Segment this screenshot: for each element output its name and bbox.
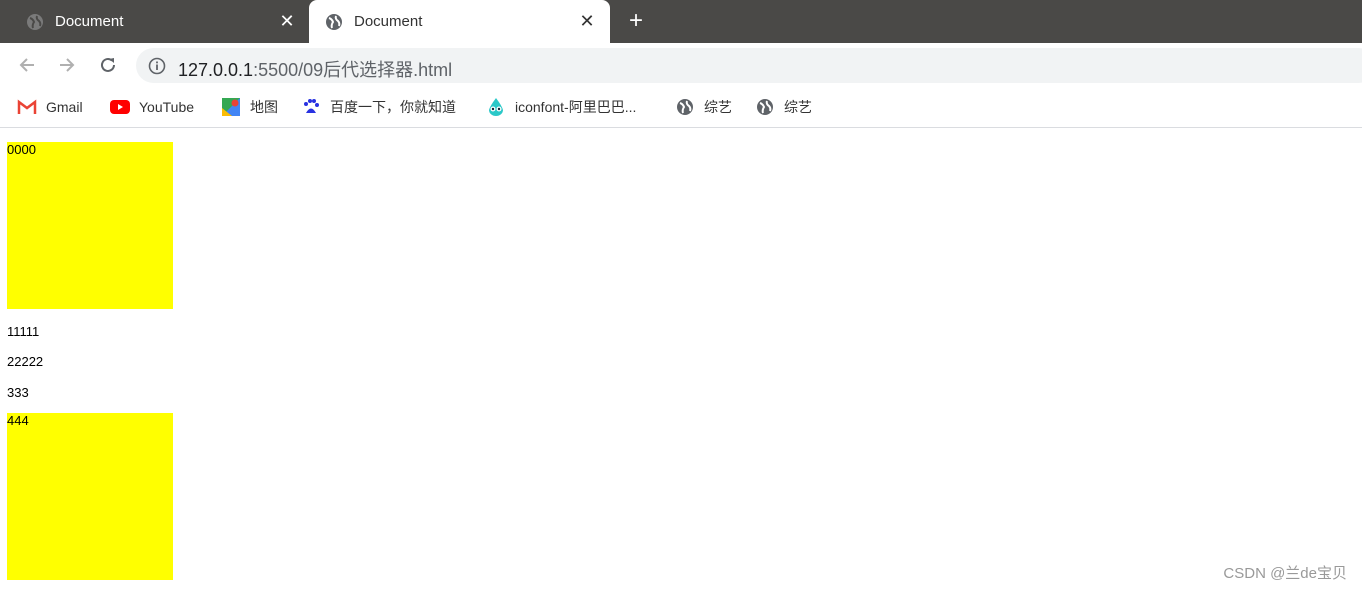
bookmark-zongyi-1[interactable]: 综艺 — [675, 96, 732, 118]
maps-icon — [221, 97, 241, 117]
bookmark-label: 综艺 — [704, 99, 732, 115]
new-tab-button[interactable]: + — [624, 9, 648, 33]
highlighted-item-4: 444 — [7, 413, 173, 580]
item-text: 0000 — [7, 142, 36, 157]
bookmark-maps[interactable]: 地图 — [221, 96, 278, 118]
reload-button[interactable] — [96, 53, 120, 77]
back-button[interactable] — [15, 53, 39, 77]
globe-icon — [27, 13, 43, 30]
page-content: 0000 11111 22222 333 444 CSDN @兰de宝贝 — [0, 129, 1362, 590]
bookmark-youtube[interactable]: YouTube — [110, 96, 194, 118]
tab-title: Document — [55, 13, 124, 30]
item-1: 11111 — [7, 324, 40, 339]
csdn-watermark: CSDN @兰de宝贝 — [1223, 565, 1347, 582]
bookmark-iconfont[interactable]: iconfont-阿里巴巴... — [486, 96, 636, 118]
globe-icon — [675, 97, 695, 117]
youtube-icon — [110, 97, 130, 117]
tab-inactive[interactable]: Document ✕ — [0, 0, 308, 43]
bookmark-baidu[interactable]: 百度一下，你就知道 — [301, 96, 456, 118]
item-2: 22222 — [7, 354, 44, 369]
globe-icon — [326, 13, 342, 30]
bookmarks-bar: Gmail YouTube 地图 百度一下，你就知道 iconfont-阿里巴巴… — [0, 88, 1362, 128]
highlighted-item-0: 0000 — [7, 142, 173, 309]
url-host: 127.0.0.1 — [178, 60, 254, 80]
tab-title: Document — [354, 13, 423, 30]
bookmark-label: 地图 — [250, 99, 278, 115]
arrow-left-icon — [19, 58, 34, 72]
iconfont-icon — [486, 97, 506, 117]
forward-button[interactable] — [55, 53, 79, 77]
bookmark-label: 百度一下，你就知道 — [330, 99, 456, 115]
bookmark-gmail[interactable]: Gmail — [17, 96, 83, 118]
tab-strip: Document ✕ Document ✕ + — [0, 0, 1362, 43]
url-path: :5500/09后代选择器.html — [253, 60, 453, 80]
baidu-icon — [301, 97, 321, 117]
gmail-icon — [17, 97, 37, 117]
globe-icon — [755, 97, 775, 117]
close-tab-icon[interactable]: ✕ — [578, 12, 596, 30]
info-icon[interactable] — [148, 57, 166, 75]
browser-toolbar: 127.0.0.1:5500/09后代选择器.html — [0, 43, 1362, 88]
bookmark-label: 综艺 — [784, 99, 812, 115]
arrow-right-icon — [60, 58, 75, 72]
close-tab-icon[interactable]: ✕ — [278, 12, 296, 30]
bookmark-label: iconfont-阿里巴巴... — [515, 99, 637, 115]
tab-active[interactable]: Document ✕ — [309, 0, 610, 43]
bookmark-zongyi-2[interactable]: 综艺 — [755, 96, 812, 118]
bookmark-label: Gmail — [46, 99, 83, 115]
url-text[interactable]: 127.0.0.1:5500/09后代选择器.html — [178, 56, 452, 82]
address-bar[interactable]: 127.0.0.1:5500/09后代选择器.html — [136, 48, 1362, 83]
item-3: 333 — [7, 385, 29, 400]
bookmark-label: YouTube — [139, 99, 195, 115]
item-text: 444 — [7, 413, 29, 428]
reload-icon — [101, 57, 115, 72]
